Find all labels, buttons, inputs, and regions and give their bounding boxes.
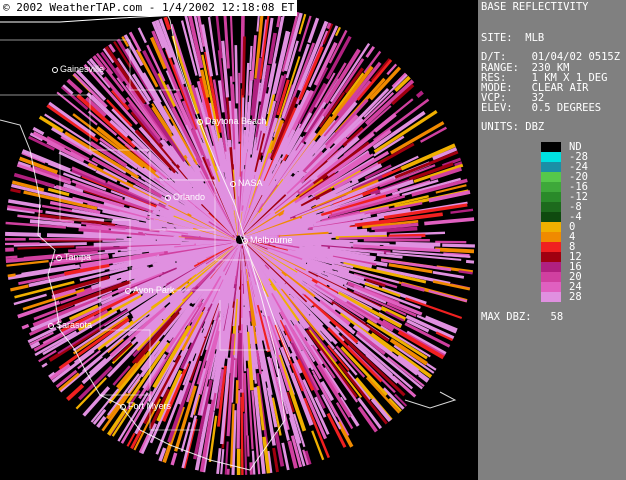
city-fort-myers: Fort Myers (120, 401, 171, 411)
reflectivity-ray (5, 255, 18, 259)
city-nasa: NASA (230, 178, 263, 188)
legend-label: 28 (569, 291, 582, 303)
site-text: SITE: MLB (481, 32, 545, 44)
city-melbourne: Melbourne (242, 235, 293, 245)
legend-swatch-7 (541, 212, 561, 222)
reflectivity-ray (442, 243, 475, 248)
city-label: Melbourne (250, 235, 293, 245)
city-marker-icon (165, 194, 171, 201)
legend-swatch-10 (541, 242, 561, 252)
legend-swatch-9 (541, 232, 561, 242)
legend-swatch-0 (541, 142, 561, 152)
legend-swatch-1 (541, 152, 561, 162)
city-avon-park: Avon Park (125, 285, 174, 295)
copyright-banner: © 2002 WeatherTAP.com - 1/4/2002 12:18:0… (0, 0, 298, 16)
reflectivity-ray (4, 242, 40, 246)
legend-swatch-14 (541, 282, 561, 292)
city-marker-icon (48, 322, 54, 329)
city-label: Gainesville (60, 64, 105, 74)
reflectivity-ray (338, 236, 422, 240)
city-daytona-beach: Daytona Beach (197, 116, 267, 126)
city-label: NASA (238, 178, 263, 188)
legend-swatch-11 (541, 252, 561, 262)
city-marker-icon (120, 403, 126, 410)
reflectivity-ray (5, 231, 41, 237)
city-marker-icon (56, 254, 62, 261)
city-label: Fort Myers (128, 401, 172, 411)
reflectivity-ray (465, 259, 475, 264)
reflectivity-ray (435, 247, 475, 254)
legend-swatch-13 (541, 272, 561, 282)
city-gainesville: Gainesville (52, 64, 104, 74)
city-orlando: Orlando (165, 192, 205, 202)
reflectivity-ray (234, 45, 239, 104)
city-label: Orlando (173, 192, 206, 202)
city-marker-icon (52, 66, 58, 73)
legend-swatch-4 (541, 182, 561, 192)
reflectivity-ray (235, 380, 239, 404)
city-label: Tampa (64, 252, 92, 262)
city-marker-icon (197, 118, 203, 125)
legend-swatch-15 (541, 292, 561, 302)
reflectivity-ray (246, 435, 250, 457)
city-marker-icon (230, 180, 236, 187)
city-label: Avon Park (133, 285, 175, 295)
city-tampa: Tampa (56, 252, 91, 262)
legend-swatch-3 (541, 172, 561, 182)
city-marker-icon (125, 287, 131, 294)
legend-swatch-6 (541, 202, 561, 212)
reflectivity-ray (249, 45, 253, 70)
legend-swatch-5 (541, 192, 561, 202)
product-title: BASE REFLECTIVITY (481, 1, 589, 13)
legend-swatch-8 (541, 222, 561, 232)
reflectivity-ray (241, 36, 246, 96)
city-sarasota: Sarasota (48, 320, 92, 330)
legend-swatch-2 (541, 162, 561, 172)
max-dbz-text: MAX DBZ: 58 (481, 311, 564, 323)
units-text: UNITS: DBZ (481, 121, 545, 133)
reflectivity-ray (388, 233, 426, 238)
info-panel: BASE REFLECTIVITY SITE: MLB D/T: 01/04/0… (478, 0, 626, 480)
reflectivity-ray (240, 396, 244, 476)
reflectivity-ray (395, 241, 441, 247)
reflectivity-ray (251, 450, 256, 475)
city-marker-icon (242, 237, 248, 244)
legend-swatch-12 (541, 262, 561, 272)
reflectivity-ray (7, 273, 16, 278)
city-label: Daytona Beach (205, 116, 267, 126)
city-label: Sarasota (56, 320, 93, 330)
reflectivity-ray (374, 226, 418, 234)
elevation-text: ELEV: 0.5 DEGREES (481, 102, 602, 114)
